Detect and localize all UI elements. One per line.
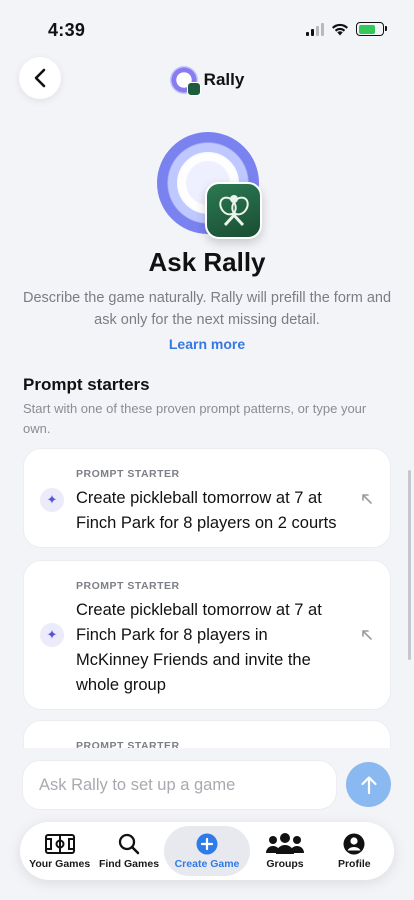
hero-title: Ask Rally — [148, 247, 266, 277]
prompt-starters-title: Prompt starters — [23, 375, 150, 394]
prompt-starter-card[interactable]: ✦ PROMPT STARTER Create pickleball tomor… — [23, 560, 391, 710]
prompt-starter-text: Create pickleball tomorrow at 7 at Finch… — [76, 601, 322, 694]
person-icon — [343, 833, 365, 854]
arrow-up-left-icon — [362, 630, 372, 640]
learn-more-link[interactable]: Learn more — [0, 336, 414, 352]
tab-label: Create Game — [174, 857, 240, 870]
prompt-starter-text: Create pickleball tomorrow at 7 at Finch… — [76, 489, 337, 532]
plus-circle-icon — [196, 833, 218, 854]
send-button[interactable] — [346, 762, 391, 807]
tab-create-game[interactable]: Create Game — [163, 826, 251, 876]
pickleball-paddles-icon — [205, 182, 262, 239]
tab-label: Find Games — [98, 857, 160, 870]
status-time: 4:39 — [48, 20, 86, 40]
arrow-up-icon — [360, 775, 377, 794]
tab-profile[interactable]: Profile — [320, 826, 389, 876]
people-icon — [265, 832, 304, 854]
prompt-starters-description: Start with one of these proven prompt pa… — [23, 401, 367, 436]
rally-logo-icon — [169, 66, 201, 96]
ask-rally-input[interactable] — [22, 760, 337, 810]
status-icons — [306, 22, 387, 36]
sparkle-icon: ✦ — [40, 623, 64, 647]
tab-find-games[interactable]: Find Games — [94, 826, 163, 876]
header-title: Rally — [203, 70, 245, 89]
tab-your-games[interactable]: Your Games — [25, 826, 94, 876]
sparkle-icon: ✦ — [40, 488, 64, 512]
status-bar: 4:39 — [0, 0, 414, 58]
tab-label: Profile — [337, 857, 371, 870]
tab-label: Your Games — [29, 857, 91, 870]
battery-icon — [356, 22, 387, 36]
header-brand: Rally — [0, 66, 414, 96]
scrollbar[interactable] — [408, 470, 411, 660]
court-icon — [44, 833, 75, 854]
prompt-starter-card[interactable]: ✦ PROMPT STARTER Create pickleball tomor… — [23, 448, 391, 548]
prompt-starter-eyebrow: PROMPT STARTER — [76, 580, 180, 592]
wifi-icon — [332, 23, 348, 35]
arrow-up-left-icon — [362, 494, 372, 504]
search-icon — [118, 833, 140, 854]
cellular-signal-icon — [306, 22, 324, 36]
prompt-starter-eyebrow: PROMPT STARTER — [76, 468, 180, 480]
tab-label: Groups — [266, 857, 304, 870]
tab-groups[interactable]: Groups — [250, 826, 319, 876]
tab-bar: Your Games Find Games Create Game Groups… — [20, 822, 394, 880]
hero-description: Describe the game naturally. Rally will … — [22, 290, 392, 328]
